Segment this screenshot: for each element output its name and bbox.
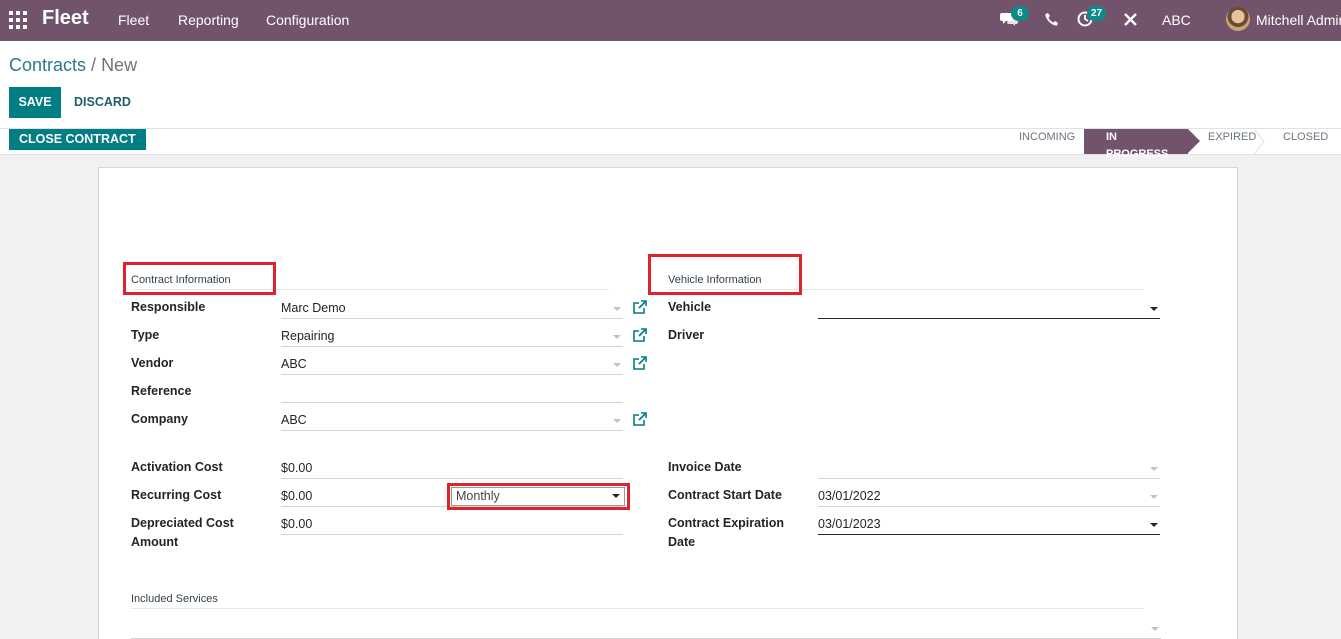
driver-label: Driver <box>668 328 705 342</box>
company-label: Company <box>131 412 188 426</box>
chevron-down-icon[interactable] <box>613 419 621 423</box>
breadcrumb-current: New <box>101 55 138 75</box>
debug-tools-icon[interactable] <box>1123 12 1138 27</box>
depreciated-cost-field[interactable]: $0.00 <box>281 515 623 535</box>
reference-label: Reference <box>131 384 192 398</box>
vendor-label: Vendor <box>131 356 174 370</box>
stage-in-progress-label: IN PROGRESS <box>1106 131 1169 160</box>
external-link-icon[interactable] <box>633 412 647 426</box>
stage-closed[interactable]: CLOSED <box>1264 129 1341 154</box>
contract-expiration-label-line2: Date <box>668 535 696 549</box>
vendor-value: ABC <box>281 357 307 371</box>
phone-icon[interactable] <box>1045 12 1059 26</box>
chevron-down-icon[interactable] <box>1150 307 1158 311</box>
depreciated-cost-label-line1: Depreciated Cost <box>131 516 234 530</box>
breadcrumb-contracts[interactable]: Contracts <box>9 55 86 75</box>
activation-cost-field[interactable]: $0.00 <box>281 459 623 479</box>
type-label: Type <box>131 328 160 342</box>
reference-field[interactable] <box>281 383 623 403</box>
stage-incoming-label: INCOMING <box>1019 131 1076 143</box>
invoice-date-field[interactable] <box>818 459 1160 479</box>
messages-count-badge: 6 <box>1011 6 1029 21</box>
close-contract-button[interactable]: CLOSE CONTRACT <box>9 129 146 150</box>
stage-in-progress[interactable]: IN PROGRESS <box>1084 129 1200 160</box>
chevron-down-icon[interactable] <box>613 335 621 339</box>
recurring-cost-label: Recurring Cost <box>131 488 222 502</box>
contract-start-date-value: 03/01/2022 <box>818 489 881 503</box>
external-link-icon[interactable] <box>633 300 647 314</box>
highlight-box <box>447 483 630 510</box>
depreciated-cost-label-line2: Amount <box>131 535 179 549</box>
company-switcher[interactable]: ABC <box>1162 12 1191 28</box>
user-menu[interactable]: Mitchell Admin <box>1256 12 1341 28</box>
stage-expired[interactable]: EXPIRED <box>1188 129 1265 154</box>
stage-closed-label: CLOSED <box>1283 131 1329 143</box>
contract-expiration-date-value: 03/01/2023 <box>818 517 881 531</box>
type-value: Repairing <box>281 329 335 343</box>
company-field[interactable]: ABC <box>281 411 623 431</box>
activities-count-badge: 27 <box>1087 6 1107 21</box>
apps-menu-icon[interactable] <box>9 11 27 29</box>
control-panel: Contracts / New SAVE DISCARD <box>0 41 1341 129</box>
menu-reporting[interactable]: Reporting <box>178 12 239 28</box>
vehicle-field[interactable] <box>818 299 1160 319</box>
stage-expired-label: EXPIRED <box>1208 131 1257 143</box>
contract-form-sheet: Contract Information Vehicle Information… <box>98 167 1238 639</box>
breadcrumb-separator: / <box>91 55 102 75</box>
user-avatar[interactable] <box>1226 7 1250 31</box>
responsible-value: Marc Demo <box>281 301 346 315</box>
highlight-box <box>648 254 802 295</box>
responsible-label: Responsible <box>131 300 206 314</box>
menu-configuration[interactable]: Configuration <box>266 12 349 28</box>
contract-start-date-label: Contract Start Date <box>668 488 782 502</box>
included-services-title: Included Services <box>131 593 218 605</box>
contract-expiration-date-field[interactable]: 03/01/2023 <box>818 515 1160 535</box>
vehicle-label: Vehicle <box>668 300 712 314</box>
activation-cost-label: Activation Cost <box>131 460 223 474</box>
responsible-field[interactable]: Marc Demo <box>281 299 623 319</box>
discard-button[interactable]: DISCARD <box>74 87 131 118</box>
chevron-down-icon[interactable] <box>1150 523 1158 527</box>
invoice-date-label: Invoice Date <box>668 460 742 474</box>
external-link-icon[interactable] <box>633 328 647 342</box>
top-navbar: Fleet Fleet Reporting Configuration 6 27… <box>0 0 1341 41</box>
type-field[interactable]: Repairing <box>281 327 623 347</box>
status-bar: CLOSE CONTRACT INCOMING IN PROGRESS EXPI… <box>0 129 1341 160</box>
chevron-down-icon[interactable] <box>1150 467 1158 471</box>
vendor-field[interactable]: ABC <box>281 355 623 375</box>
included-services-divider <box>131 608 1144 609</box>
company-value: ABC <box>281 413 307 427</box>
save-button[interactable]: SAVE <box>9 87 61 118</box>
highlight-box <box>123 262 276 295</box>
stage-incoming[interactable]: INCOMING <box>1000 129 1084 154</box>
included-services-field[interactable] <box>131 619 1161 639</box>
breadcrumb: Contracts / New <box>9 55 137 76</box>
menu-fleet[interactable]: Fleet <box>118 12 149 28</box>
contract-start-date-field[interactable]: 03/01/2022 <box>818 487 1160 507</box>
stage-pipeline: INCOMING IN PROGRESS EXPIRED CLOSED <box>1000 129 1341 160</box>
chevron-down-icon[interactable] <box>1151 627 1159 631</box>
app-name[interactable]: Fleet <box>42 7 89 30</box>
external-link-icon[interactable] <box>633 356 647 370</box>
chevron-down-icon[interactable] <box>613 363 621 367</box>
contract-expiration-label-line1: Contract Expiration <box>668 516 784 530</box>
chevron-down-icon[interactable] <box>613 307 621 311</box>
depreciated-cost-label: Depreciated Cost Amount <box>131 514 234 552</box>
contract-expiration-date-label: Contract Expiration Date <box>668 514 784 552</box>
chevron-down-icon[interactable] <box>1150 495 1158 499</box>
